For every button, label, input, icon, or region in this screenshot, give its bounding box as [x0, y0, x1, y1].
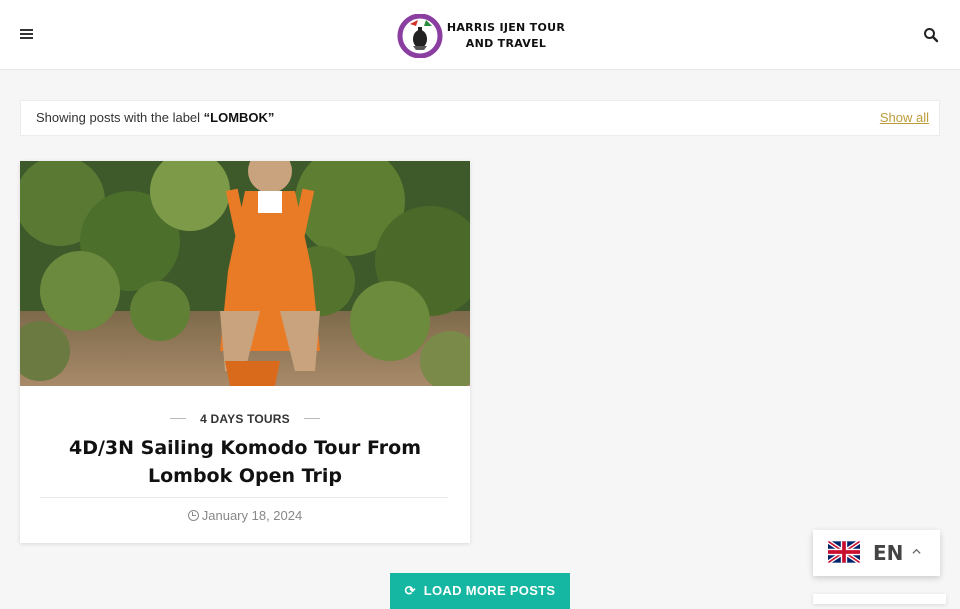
card-divider [40, 497, 448, 498]
language-switcher-shadow [813, 594, 946, 604]
language-code: EN [873, 541, 904, 565]
post-photo-image [20, 161, 470, 386]
show-all-link[interactable]: Show all [880, 101, 929, 135]
post-category-row: 4 DAYS TOURS [20, 411, 470, 426]
chevron-up-icon [912, 548, 921, 554]
clock-icon [187, 510, 199, 521]
label-prefix: Showing posts with the label [36, 110, 204, 125]
brand-name-line2: AND TRAVEL [465, 37, 547, 50]
site-header: HARRIS IJEN TOUR AND TRAVEL [0, 0, 960, 70]
label-filter-bar: Showing posts with the label “LOMBOK” Sh… [20, 100, 940, 136]
hamburger-menu-icon[interactable] [20, 27, 38, 43]
post-date: January 18, 2024 [201, 508, 303, 523]
post-title-link[interactable]: 4D/3N Sailing Komodo Tour From Lombok Op… [50, 434, 440, 490]
load-more-label: LOAD MORE POSTS [423, 583, 556, 598]
label-name: “LOMBOK” [203, 110, 275, 125]
logo-emblem-icon [397, 14, 443, 58]
post-category-link[interactable]: 4 DAYS TOURS [200, 412, 290, 426]
post-date-row: January 18, 2024 [20, 508, 470, 523]
language-switcher[interactable]: EN [813, 530, 940, 576]
brand-name: HARRIS IJEN TOUR AND TRAVEL [444, 20, 568, 52]
uk-flag-icon [828, 540, 860, 564]
category-divider-right [303, 418, 320, 420]
post-card: 4 DAYS TOURS 4D/3N Sailing Komodo Tour F… [20, 161, 470, 543]
category-divider-left [170, 418, 187, 420]
post-thumbnail[interactable] [20, 161, 470, 386]
load-more-button[interactable]: ⟳ LOAD MORE POSTS [390, 573, 570, 609]
refresh-icon: ⟳ [404, 583, 416, 598]
search-icon[interactable] [923, 27, 939, 43]
brand-name-line1: HARRIS IJEN TOUR [446, 21, 566, 34]
site-logo[interactable]: HARRIS IJEN TOUR AND TRAVEL [396, 14, 568, 58]
